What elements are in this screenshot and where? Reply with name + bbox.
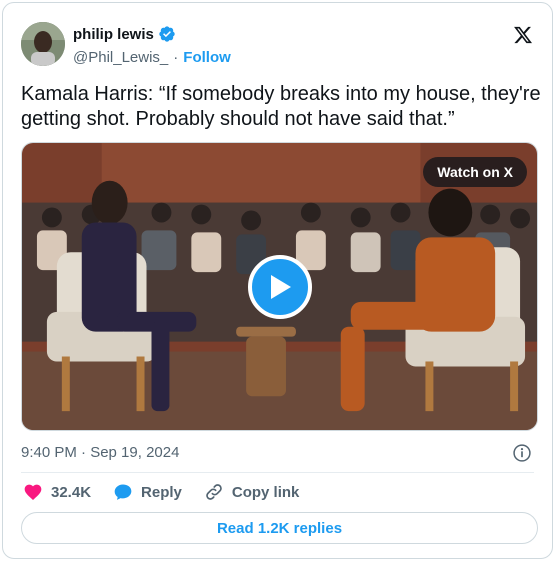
read-replies-button[interactable]: Read 1.2K replies xyxy=(21,512,538,544)
reply-bubble-icon xyxy=(114,484,132,500)
author-handle[interactable]: @Phil_Lewis_ xyxy=(73,49,168,66)
separator-dot: · xyxy=(173,49,179,66)
link-icon xyxy=(206,484,222,500)
likes-count: 32.4K xyxy=(51,483,92,501)
verified-badge-icon xyxy=(159,26,175,42)
play-icon xyxy=(271,275,291,299)
author-name-row: philip lewis xyxy=(73,25,176,43)
watch-on-x-button[interactable]: Watch on X xyxy=(423,157,527,187)
copy-link-button[interactable]: Copy link xyxy=(204,482,300,502)
heart-icon xyxy=(24,484,42,500)
tweet-card: philip lewis @Phil_Lewis_ · Follow Kamal… xyxy=(2,2,553,559)
tweet-text: Kamala Harris: “If somebody breaks into … xyxy=(21,83,541,130)
copy-link-label: Copy link xyxy=(231,483,300,501)
follow-button[interactable]: Follow xyxy=(183,49,231,66)
info-icon[interactable] xyxy=(512,443,532,463)
actions-row: 32.4K Reply Copy link xyxy=(23,482,321,502)
reply-label: Reply xyxy=(141,483,182,501)
handle-row: @Phil_Lewis_ · Follow xyxy=(73,49,231,66)
author-name[interactable]: philip lewis xyxy=(73,26,154,43)
avatar[interactable] xyxy=(21,22,65,66)
x-logo-icon[interactable] xyxy=(512,25,534,45)
video-player[interactable]: Watch on X xyxy=(21,142,538,431)
divider xyxy=(21,472,534,473)
play-button[interactable] xyxy=(248,255,312,319)
reply-button[interactable]: Reply xyxy=(113,482,182,502)
like-button[interactable]: 32.4K xyxy=(23,482,91,502)
tweet-timestamp[interactable]: 9:40 PM · Sep 19, 2024 xyxy=(21,444,179,461)
